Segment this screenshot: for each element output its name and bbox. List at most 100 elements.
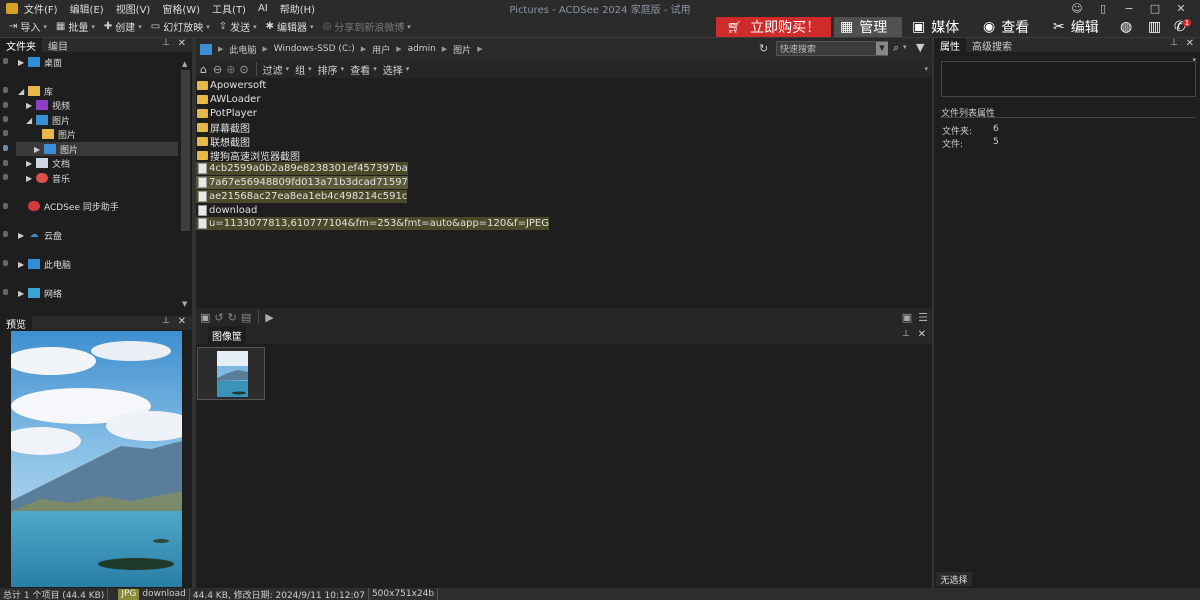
group-menu[interactable]: 组: [295, 62, 305, 77]
editor-button[interactable]: ✱ 编辑器 ▾: [266, 17, 314, 37]
layout-icon[interactable]: ▯: [1092, 0, 1114, 16]
view-menu[interactable]: 查看: [350, 62, 370, 77]
close-icon[interactable]: ✕: [178, 316, 186, 327]
share-weibo-button[interactable]: ◎ 分享到新浪微博 ▾: [323, 17, 411, 37]
buy-now-button[interactable]: 🛒︎ 立即购买！: [716, 17, 831, 37]
refresh-icon[interactable]: ↻: [759, 42, 768, 55]
basket-thumbnail[interactable]: [197, 347, 265, 400]
thumbnail-view-icon[interactable]: ▣: [902, 311, 912, 324]
menu-ai[interactable]: AI: [258, 3, 268, 14]
breadcrumb-pictures[interactable]: 图片: [453, 43, 471, 56]
tab-no-selection[interactable]: 无选择: [936, 572, 972, 586]
close-icon[interactable]: ✕: [1186, 38, 1194, 49]
maximize-icon[interactable]: □: [1144, 0, 1166, 16]
list-item[interactable]: 7a67e56948809fd013a71b3dcad71597: [196, 176, 408, 189]
account-icon[interactable]: ☺: [1066, 0, 1088, 16]
import-button[interactable]: ⇥ 导入 ▾: [9, 17, 47, 37]
menu-file[interactable]: 文件(F): [24, 1, 58, 16]
dashboard-button[interactable]: ▥: [1148, 17, 1168, 37]
tree-item-acdsee-sync[interactable]: ACDSee 同步助手: [28, 199, 119, 213]
slideshow-button[interactable]: ▭ 幻灯放映 ▾: [151, 17, 210, 37]
tab-preview[interactable]: 预览: [0, 316, 32, 331]
tree-item-pictures-selected[interactable]: ▶ 图片: [16, 142, 178, 156]
close-icon[interactable]: ✕: [178, 38, 186, 49]
notification-button[interactable]: ✆ 1: [1174, 17, 1198, 37]
tree-item-pictures[interactable]: ◢ 图片: [26, 113, 70, 127]
scroll-up-icon[interactable]: ▲: [182, 60, 187, 68]
list-item[interactable]: Apowersoft: [196, 79, 266, 92]
breadcrumb-admin[interactable]: admin: [408, 44, 436, 54]
menu-pane[interactable]: 窗格(W): [162, 1, 200, 16]
pin-icon[interactable]: ⊥: [162, 316, 170, 326]
stack-icon[interactable]: ▤: [241, 311, 251, 324]
tree-item-network[interactable]: ▶ 网络: [18, 286, 62, 300]
breadcrumb-drive[interactable]: Windows-SSD (C:): [274, 44, 355, 54]
mode-view[interactable]: ◉ 查看: [983, 17, 1045, 37]
menu-help[interactable]: 帮助(H): [280, 1, 315, 16]
mode-edit[interactable]: ✂ 编辑: [1053, 17, 1111, 37]
image-view-icon[interactable]: ▣: [200, 311, 210, 324]
tab-properties[interactable]: 属性: [934, 38, 966, 53]
list-item[interactable]: AWLoader: [196, 93, 260, 106]
pin-icon[interactable]: ⊥: [1170, 38, 1178, 48]
batch-button[interactable]: ▦ 批量 ▾: [56, 17, 95, 37]
details-view-icon[interactable]: ☰: [918, 311, 928, 324]
rotate-left-icon[interactable]: ↺: [214, 311, 223, 324]
tree-item-library[interactable]: ◢ 库: [18, 84, 53, 98]
pin-icon[interactable]: ⊥: [902, 329, 910, 339]
list-item[interactable]: 搜狗高速浏览器截图: [196, 149, 300, 163]
list-item[interactable]: download: [196, 204, 257, 217]
breadcrumb-this-pc[interactable]: 此电脑: [229, 43, 256, 56]
filter-menu[interactable]: 过滤: [263, 62, 283, 77]
folder-icon: [197, 95, 208, 104]
send-button[interactable]: ⇪ 发送 ▾: [219, 17, 257, 37]
menu-edit[interactable]: 编辑(E): [70, 1, 104, 16]
search-icon[interactable]: ⌕: [893, 41, 899, 55]
tree-item-desktop[interactable]: ▶ 桌面: [18, 55, 62, 69]
tab-folders[interactable]: 文件夹: [0, 38, 42, 53]
tree-item-cloud[interactable]: ▶ ☁ 云盘: [18, 228, 62, 242]
list-item[interactable]: 4cb2599a0b2a89e8238301ef457397ba: [196, 162, 408, 175]
tab-advanced-search[interactable]: 高级搜索: [966, 38, 1018, 53]
sort-menu[interactable]: 排序: [318, 62, 338, 77]
list-item[interactable]: PotPlayer: [196, 107, 257, 120]
tree-item-music[interactable]: ▶ 音乐: [26, 171, 70, 185]
close-icon[interactable]: ✕: [1170, 0, 1192, 16]
select-menu[interactable]: 选择: [383, 62, 403, 77]
tab-image-basket[interactable]: 图像筐: [208, 326, 246, 344]
menu-view[interactable]: 视图(V): [116, 1, 151, 16]
filter-icon[interactable]: ▼: [916, 41, 924, 54]
forward-icon[interactable]: ⊕: [226, 63, 235, 76]
scroll-down-icon[interactable]: ▼: [182, 300, 187, 308]
chevron-down-icon[interactable]: ▾: [924, 65, 928, 73]
tree-item-pictures-folder[interactable]: 图片: [42, 127, 76, 141]
home-icon[interactable]: ⌂: [200, 63, 207, 76]
back-icon[interactable]: ⊖: [213, 63, 222, 76]
list-item[interactable]: ae21568ac27ea8ea1eb4c498214c591c: [196, 190, 408, 203]
breadcrumb-users[interactable]: 用户: [372, 43, 390, 56]
menu-tools[interactable]: 工具(T): [212, 1, 246, 16]
tree-item-documents[interactable]: ▶ 文档: [26, 156, 70, 170]
tab-catalog[interactable]: 编目: [42, 38, 74, 53]
pin-icon[interactable]: ⊥: [162, 38, 170, 48]
search-dropdown-icon[interactable]: ▼: [876, 42, 888, 55]
list-item[interactable]: 屏幕截图: [196, 121, 250, 135]
right-splitter[interactable]: [932, 38, 934, 588]
play-icon[interactable]: ▶: [265, 311, 273, 324]
photos-mode-button[interactable]: ◍: [1120, 17, 1140, 37]
list-item[interactable]: u=1133077813,610777104&fm=253&fmt=auto&a…: [196, 217, 549, 230]
chevron-down-icon[interactable]: ▾: [903, 43, 907, 51]
close-icon[interactable]: ✕: [918, 329, 926, 340]
up-icon[interactable]: ⊙: [239, 63, 248, 76]
rotate-right-icon[interactable]: ↻: [228, 311, 237, 324]
tree-item-this-pc[interactable]: ▶ 此电脑: [18, 257, 71, 271]
list-item[interactable]: 联想截图: [196, 135, 250, 149]
left-splitter[interactable]: [192, 38, 196, 588]
folders-scrollbar[interactable]: [181, 70, 190, 231]
minimize-icon[interactable]: −: [1118, 0, 1140, 16]
tree-item-video[interactable]: ▶ 视频: [26, 98, 70, 112]
mode-manage[interactable]: ▦ 管理: [834, 17, 902, 37]
create-button[interactable]: ✚ 创建 ▾: [104, 17, 142, 37]
quick-search-input[interactable]: 快速搜索: [776, 41, 888, 56]
mode-media[interactable]: ▣ 媒体: [912, 17, 972, 37]
